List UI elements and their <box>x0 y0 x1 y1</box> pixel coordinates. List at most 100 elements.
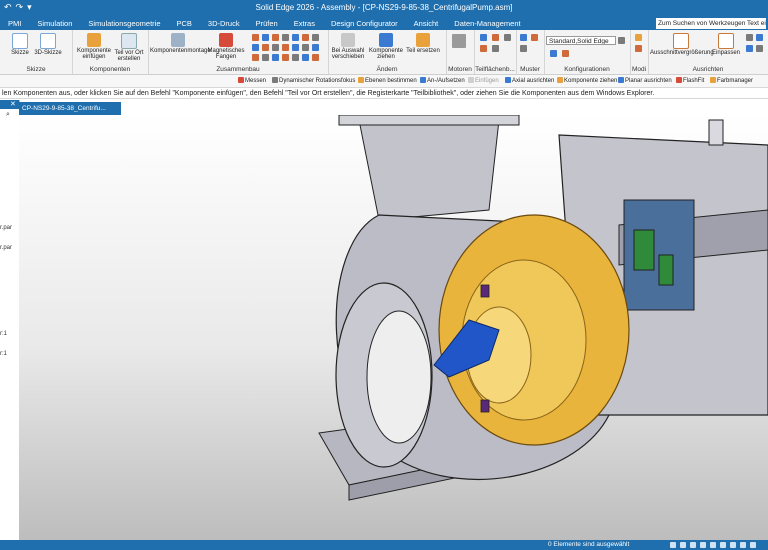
pattern-icon[interactable] <box>520 34 527 41</box>
bei-auswahl-verschieben-button[interactable]: Bei Auswahl verschieben <box>330 33 366 60</box>
pump-model-render <box>318 115 768 501</box>
axial-ausrichten-command[interactable]: Axial ausrichten <box>505 77 554 84</box>
planar-ausrichten-command[interactable]: Planar ausrichten <box>618 77 672 84</box>
relationship-icon[interactable] <box>262 54 269 61</box>
relationship-icon[interactable] <box>252 54 259 61</box>
assembly-icon <box>171 33 185 47</box>
tree-item[interactable]: r.par <box>0 245 12 251</box>
drag-icon <box>557 77 563 83</box>
group-label-komponenten: Komponenten <box>89 66 131 73</box>
relationship-icon[interactable] <box>292 44 299 51</box>
skizze-button[interactable]: Skizze <box>8 33 32 56</box>
plane-icon <box>358 77 364 83</box>
ausschnittvergroesserung-button[interactable]: Ausschnittvergrößerung <box>650 33 714 56</box>
view-icon[interactable] <box>680 542 686 548</box>
teil-ersetzen-button[interactable]: Teil ersetzen <box>406 33 440 54</box>
relationship-icon[interactable] <box>312 44 319 51</box>
mode-icon[interactable] <box>635 34 642 41</box>
motor-icon[interactable] <box>452 34 466 48</box>
teil-vor-ort-erstellen-button[interactable]: Teil vor Ort erstellen <box>112 33 146 62</box>
surface-icon[interactable] <box>480 45 487 52</box>
tab-simulation[interactable]: Simulation <box>29 18 80 30</box>
surface-icon[interactable] <box>480 34 487 41</box>
tab-design-configurator[interactable]: Design Configurator <box>323 18 406 30</box>
tab-extras[interactable]: Extras <box>286 18 323 30</box>
view-icon[interactable] <box>720 542 726 548</box>
config-icon[interactable] <box>550 50 557 57</box>
komponente-ziehen-command[interactable]: Komponente ziehen <box>557 77 617 84</box>
config-icon[interactable] <box>562 50 569 57</box>
mate-icon <box>420 77 426 83</box>
view-icon[interactable] <box>740 542 746 548</box>
relationship-icon[interactable] <box>272 34 279 41</box>
farbmanager-command[interactable]: Farbmanager <box>710 77 753 84</box>
einfuegen-command[interactable]: Einfügen <box>468 77 499 84</box>
ebenen-bestimmen-command[interactable]: Ebenen bestimmen <box>358 77 417 84</box>
dynamischer-rotationsfokus-command[interactable]: Dynamischer Rotationsfokus <box>272 77 355 84</box>
relationship-icon[interactable] <box>272 44 279 51</box>
messen-command[interactable]: Messen <box>238 77 266 84</box>
relationship-icon[interactable] <box>252 34 259 41</box>
command-search-input[interactable]: Zum Suchen von Werkzeugen Text einge <box>656 18 766 29</box>
view-icon[interactable] <box>700 542 706 548</box>
komponente-ziehen-button[interactable]: Komponente ziehen <box>368 33 404 60</box>
surface-icon[interactable] <box>504 34 511 41</box>
relationship-icon[interactable] <box>282 34 289 41</box>
relationship-icon[interactable] <box>302 44 309 51</box>
view-icon[interactable] <box>670 542 676 548</box>
pattern-icon[interactable] <box>531 34 538 41</box>
tab-daten-management[interactable]: Daten-Management <box>446 18 528 30</box>
tab-pcb[interactable]: PCB <box>169 18 200 30</box>
view-icon[interactable] <box>730 542 736 548</box>
tab-pruefen[interactable]: Prüfen <box>248 18 286 30</box>
tree-item[interactable]: r:1 <box>0 331 7 337</box>
relationship-icon[interactable] <box>252 44 259 51</box>
komponentenmontage-button[interactable]: Komponentenmontage <box>150 33 211 54</box>
close-icon[interactable]: ✕ <box>10 100 16 108</box>
relationship-icon[interactable] <box>262 34 269 41</box>
surface-icon[interactable] <box>492 45 499 52</box>
relationship-icon[interactable] <box>292 34 299 41</box>
relationship-icon[interactable] <box>312 34 319 41</box>
chevron-down-icon[interactable] <box>618 37 625 44</box>
selection-status: 0 Elemente sind ausgewählt <box>548 541 630 548</box>
view-icon[interactable] <box>756 34 763 41</box>
einpassen-button[interactable]: Einpassen <box>712 33 740 56</box>
view-icon[interactable] <box>746 34 753 41</box>
relationship-icon[interactable] <box>312 54 319 61</box>
surface-icon[interactable] <box>492 34 499 41</box>
pattern-icon[interactable] <box>520 45 527 52</box>
document-tab[interactable]: CP-NS29-9-85-38_Centrifu... <box>19 102 121 115</box>
view-icon[interactable] <box>690 542 696 548</box>
graphics-viewport[interactable] <box>19 115 768 540</box>
view-icon[interactable] <box>756 45 763 52</box>
tab-simulationsgeometrie[interactable]: Simulationsgeometrie <box>80 18 168 30</box>
relationship-icon[interactable] <box>302 34 309 41</box>
relationship-icon[interactable] <box>292 54 299 61</box>
relationship-icon[interactable] <box>282 54 289 61</box>
search-icon[interactable]: ⌕ <box>6 111 10 119</box>
rotate-icon <box>272 77 278 83</box>
tab-ansicht[interactable]: Ansicht <box>406 18 447 30</box>
mode-icon[interactable] <box>635 45 642 52</box>
view-icon[interactable] <box>750 542 756 548</box>
3d-skizze-button[interactable]: 3D-Skizze <box>34 33 62 56</box>
group-skizze: Skizze 3D-Skizze Skizze <box>0 30 73 74</box>
configuration-select[interactable]: Standard,Solid Edge <box>546 36 616 45</box>
flashfit-command[interactable]: FlashFit <box>676 77 704 84</box>
relationship-icon[interactable] <box>302 54 309 61</box>
komponente-einfuegen-button[interactable]: Komponente einfügen <box>76 33 112 60</box>
an-aufsetzen-command[interactable]: An-/Aufsetzen <box>420 77 465 84</box>
view-icon[interactable] <box>746 45 753 52</box>
tab-pmi[interactable]: PMI <box>0 18 29 30</box>
group-label-skizze: Skizze <box>26 66 46 73</box>
magnetisches-fangen-button[interactable]: Magnetisches Fangen <box>206 33 246 60</box>
view-icon[interactable] <box>710 542 716 548</box>
relationship-icon[interactable] <box>272 54 279 61</box>
tree-item[interactable]: r:1 <box>0 351 7 357</box>
tree-item[interactable]: r.par <box>0 225 12 231</box>
relationship-icon[interactable] <box>262 44 269 51</box>
relationship-icon[interactable] <box>282 44 289 51</box>
flashfit-icon <box>676 77 682 83</box>
tab-3d-druck[interactable]: 3D-Druck <box>200 18 248 30</box>
